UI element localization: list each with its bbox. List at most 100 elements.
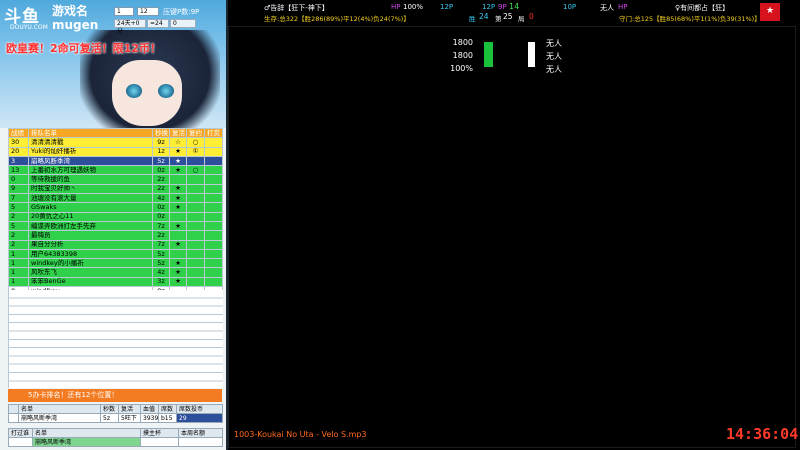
p2-power-bar — [528, 42, 535, 67]
center-wins: 24 — [479, 12, 489, 21]
row-name: 崩略风断季湾 — [28, 155, 153, 167]
table-row[interactable]: 7 池塘没有滚大量 4z ★ — [8, 193, 223, 204]
row-tip — [204, 220, 223, 232]
row-revive: ★ — [169, 146, 187, 157]
info-h-hp: 血值 — [140, 404, 159, 414]
current-player-header: 名单 秒数 复活 血值 席数 席数投币 — [8, 404, 223, 414]
table-row[interactable]: 5 编谍弄欧洲打左手先弃 7z ★ — [8, 220, 223, 232]
history-name: 崩略风断季湾 — [32, 437, 141, 447]
row-reserve — [186, 183, 205, 195]
row-reserve — [186, 202, 205, 213]
row-name: GSwaks — [28, 202, 153, 213]
row-reserve — [186, 174, 205, 185]
table-row[interactable]: 2 最嗨员 2z — [8, 230, 223, 241]
row-tip — [204, 174, 223, 185]
p1-power-bar — [484, 42, 493, 67]
row-record: 9 — [8, 183, 29, 195]
table-row[interactable]: 1 笨笨BenGe 3z ★ — [8, 276, 223, 288]
header-reserve: 复约 — [186, 127, 205, 139]
center-win-label: 胜 — [469, 15, 476, 23]
row-record: 7 — [8, 193, 29, 204]
row-name: windkey的小播祈 — [28, 258, 153, 269]
select-2[interactable]: 12 — [137, 7, 159, 16]
table-row[interactable]: 9 时我宝贝好帅丶 2z ★ — [8, 183, 223, 195]
history-h-name: 名单 — [32, 428, 141, 438]
table-row[interactable]: 1 风吹东飞 4z ★ — [8, 267, 223, 278]
info-h-name: 名单 — [18, 404, 101, 414]
row-tip — [204, 193, 223, 204]
header-name: 排队名单 — [28, 127, 153, 139]
row-seconds: 5z — [152, 258, 170, 269]
center-losses: 0 — [529, 12, 534, 21]
row-tip — [204, 211, 223, 222]
row-reserve — [186, 155, 205, 167]
row-reserve — [186, 211, 205, 222]
row-record: 0 — [8, 174, 29, 185]
row-reserve: ① — [186, 146, 205, 157]
history-row: 崩略风断季湾 — [8, 437, 223, 447]
info-h-revive: 复活 — [118, 404, 141, 414]
table-row[interactable]: 13 上番初水方可理遇妖物 0z ★ ○ — [8, 165, 223, 176]
header-record: 战绩 — [8, 127, 29, 139]
header-revive: 复活 — [169, 127, 187, 139]
table-row[interactable]: 3 崩略风断季湾 5z ★ — [8, 155, 223, 167]
row-tip — [204, 239, 223, 250]
row-record: 1 — [8, 248, 29, 260]
row-reserve — [186, 193, 205, 204]
select-1[interactable]: 1 — [114, 7, 134, 16]
table-row[interactable]: 2 果自分分析 7z ★ — [8, 239, 223, 250]
p2-label-2: 无人 — [546, 52, 562, 61]
queue-header: 战绩 排队名单 秒换 复活 复约 打赏 — [8, 127, 223, 139]
table-row[interactable]: 2 20黄仇之心11 0z — [8, 211, 223, 222]
row-name: 20黄仇之心11 — [28, 211, 153, 222]
table-row[interactable]: 20 Yuki的灿奸播祈 1z ★ ① — [8, 146, 223, 157]
row-reserve — [186, 239, 205, 250]
row-seconds: 3z — [152, 276, 170, 288]
row-tip — [204, 248, 223, 260]
row-reserve: ○ — [186, 137, 205, 148]
current-player-table: 名单 秒数 复活 血值 席数 席数投币 崩略风断季湾 5z 5旺下 3939 b… — [8, 404, 223, 423]
info-hp: 3939 — [140, 413, 159, 423]
row-seconds: 4z — [152, 267, 170, 278]
row-tip — [204, 155, 223, 167]
p3-record: 守门:总125【胜85(68%)平1(1%)负39(31%)】 — [619, 15, 761, 23]
row-revive: ☆ — [169, 137, 187, 148]
current-player-row: 崩略风断季湾 5z 5旺下 3939 b15 29 — [8, 413, 223, 423]
p1-stat-2: 1800 — [452, 51, 473, 60]
row-record: 20 — [8, 146, 29, 157]
table-row[interactable]: 5 GSwaks 0z ★ — [8, 202, 223, 213]
row-record: 2 — [8, 230, 29, 241]
row-revive: ★ — [169, 220, 187, 232]
row-revive: ★ — [169, 193, 187, 204]
info-h-seconds: 秒数 — [100, 404, 119, 414]
row-name: 清清清清戳 — [28, 137, 153, 148]
row-record: 1 — [8, 267, 29, 278]
row-reserve — [186, 248, 205, 260]
row-seconds: 5z — [152, 155, 170, 167]
row-tip — [204, 258, 223, 269]
china-flag-icon: ★ — [760, 3, 780, 21]
row-seconds: 9z — [152, 137, 170, 148]
row-record: 5 — [8, 202, 29, 213]
p1-hp-label: HP — [391, 3, 401, 11]
row-record: 1 — [8, 258, 29, 269]
row-revive: ★ — [169, 239, 187, 250]
row-revive — [169, 211, 187, 222]
row-tip — [204, 137, 223, 148]
row-name: 等待救援的鱼 — [28, 174, 153, 185]
table-row[interactable]: 1 windkey的小播祈 5z ★ — [8, 258, 223, 269]
row-name: 用户64383398 — [28, 248, 153, 260]
row-record: 13 — [8, 165, 29, 176]
p2-hp-label: HP — [618, 3, 628, 11]
table-row[interactable]: 1 用户64383398 5z — [8, 248, 223, 260]
row-seconds: 1z — [152, 146, 170, 157]
game-name-en: mugen — [52, 18, 99, 32]
row-revive — [169, 248, 187, 260]
history-h-week: 本周名额 — [178, 428, 223, 438]
row-tip — [204, 230, 223, 241]
table-row[interactable]: 30 清清清清戳 9z ☆ ○ — [8, 137, 223, 148]
table-row[interactable]: 0 等待救援的鱼 2z — [8, 174, 223, 185]
center-round: 25 — [503, 12, 513, 21]
character-eye-right — [158, 84, 174, 98]
row-revive: ★ — [169, 267, 187, 278]
